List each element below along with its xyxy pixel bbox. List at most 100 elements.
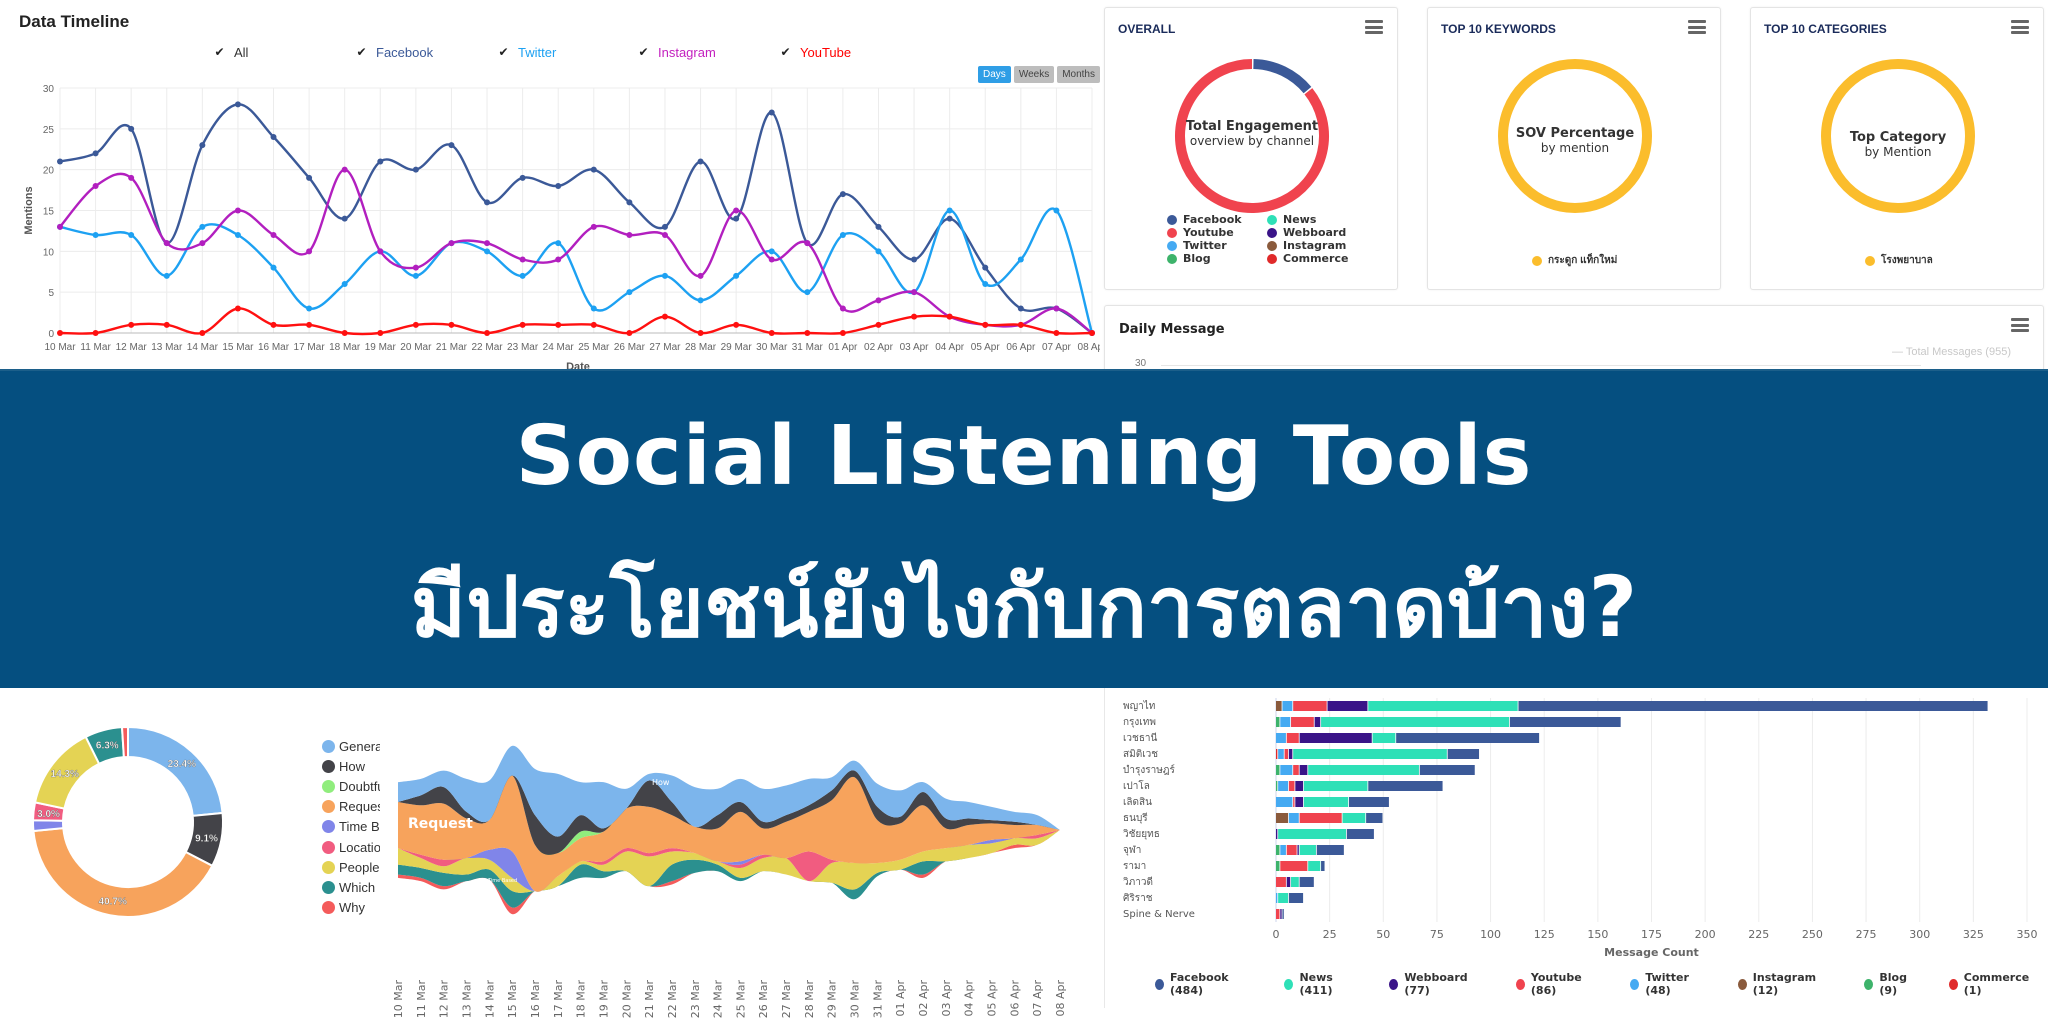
legend-item-news[interactable]: News: [1267, 213, 1367, 226]
legend-dot-icon: [1865, 255, 1875, 266]
x-tick-label: 08 Apr: [1078, 342, 1100, 353]
legend-item-location[interactable]: Location: [322, 837, 380, 857]
data-point: [57, 158, 63, 165]
x-tick-label: 225: [1748, 928, 1769, 941]
x-tick-label: 26 Mar: [757, 980, 770, 1019]
data-point: [234, 232, 241, 238]
data-point: [199, 240, 206, 247]
legend-item-twitter[interactable]: Twitter: [1167, 239, 1267, 252]
data-point: [733, 272, 740, 279]
legend-dot-icon: [1948, 978, 1958, 990]
x-tick-label: 26 Mar: [614, 342, 646, 353]
toggle-label: Instagram: [658, 45, 716, 60]
bar-segment-webboard: [1295, 797, 1304, 807]
bar-segment-news: [1342, 813, 1366, 823]
x-tick-label: 19 Mar: [365, 342, 397, 353]
toggle-youtube[interactable]: ✔ YouTube: [779, 45, 851, 60]
data-point: [1017, 256, 1024, 263]
legend-item[interactable]: Webboard (77): [1389, 971, 1494, 997]
legend-item-instagram[interactable]: Instagram: [1267, 239, 1367, 252]
data-point: [555, 240, 562, 247]
bar-segment-blog: [1276, 861, 1280, 871]
menu-icon[interactable]: [1365, 20, 1383, 34]
x-tick-label: 75: [1430, 928, 1444, 941]
bar-segment-youtube: [1276, 877, 1286, 887]
x-tick-label: 05 Apr: [986, 980, 999, 1017]
category-label: จุฬา: [1123, 844, 1141, 856]
menu-icon[interactable]: [2011, 20, 2029, 34]
legend-dot-icon: [1267, 240, 1277, 251]
legend-item-facebook[interactable]: Facebook: [1167, 213, 1267, 226]
bar-segment-youtube: [1293, 701, 1327, 711]
legend-item[interactable]: Facebook (484): [1155, 971, 1262, 997]
bar-segment-webboard: [1276, 829, 1278, 839]
data-point: [839, 191, 846, 198]
data-point: [1017, 321, 1024, 328]
overall-card: OVERALL Total Engagement overview by cha…: [1104, 7, 1398, 290]
legend-item[interactable]: Twitter (48): [1630, 971, 1715, 997]
legend-item-why[interactable]: Why: [322, 898, 380, 918]
checkbox-icon[interactable]: ✔: [213, 46, 226, 59]
toggle-facebook[interactable]: ✔ Facebook: [355, 45, 433, 60]
bar-segment-news: [1299, 845, 1316, 855]
x-tick-label: 21 Mar: [643, 980, 656, 1019]
legend-item[interactable]: Youtube (86): [1515, 971, 1608, 997]
x-tick-label: 14 Mar: [483, 980, 496, 1019]
legend-item-people-based[interactable]: People Based: [322, 857, 380, 877]
legend-item-webboard[interactable]: Webboard: [1267, 226, 1367, 239]
checkbox-icon[interactable]: ✔: [355, 46, 368, 59]
legend-item[interactable]: Instagram (12): [1737, 971, 1843, 997]
data-timeline-panel: Data Timeline ✔ All ✔ Facebook ✔ Twitter…: [0, 0, 1100, 370]
data-point: [946, 207, 953, 214]
checkbox-icon[interactable]: ✔: [637, 46, 650, 59]
data-point: [128, 232, 135, 238]
checkbox-icon[interactable]: ✔: [497, 46, 510, 59]
legend-label: Commerce: [1283, 252, 1349, 265]
data-point: [768, 248, 775, 255]
toggle-all[interactable]: ✔ All: [213, 45, 248, 60]
legend-item-time-based[interactable]: Time Based: [322, 817, 380, 837]
legend-item-which[interactable]: Which: [322, 877, 380, 897]
data-point: [733, 207, 740, 214]
slice-value-label: 14.3%: [51, 769, 79, 780]
x-tick-label: 16 Mar: [258, 342, 290, 353]
x-tick-label: 22 Mar: [666, 980, 679, 1019]
bar-segment-news: [1308, 861, 1321, 871]
toggle-twitter[interactable]: ✔ Twitter: [497, 45, 556, 60]
menu-icon[interactable]: [1688, 20, 1706, 34]
total-messages-legend[interactable]: — Total Messages (955): [1892, 346, 2011, 358]
center-subtitle: by Mention: [1864, 145, 1932, 159]
data-point: [590, 305, 597, 312]
bar-segment-news: [1278, 893, 1289, 903]
legend-item[interactable]: Commerce (1): [1948, 971, 2048, 997]
categories-legend-item[interactable]: โรงพยาบาล: [1865, 253, 1933, 268]
legend-item-blog[interactable]: Blog: [1167, 252, 1267, 265]
legend-label: Blog: [1183, 252, 1211, 265]
bar-segment-news: [1278, 829, 1347, 839]
data-point: [234, 101, 241, 108]
menu-icon[interactable]: [2011, 318, 2029, 332]
x-tick-label: 04 Apr: [963, 980, 976, 1017]
x-tick-label: 15 Mar: [222, 342, 254, 353]
checkbox-icon[interactable]: ✔: [779, 46, 792, 59]
legend-item-commerce[interactable]: Commerce: [1267, 252, 1367, 265]
legend-label: Why: [339, 900, 365, 916]
bar-segment-facebook: [1368, 781, 1443, 791]
legend-item-how[interactable]: How: [322, 756, 380, 776]
legend-item-youtube[interactable]: Youtube: [1167, 226, 1267, 239]
legend-item-request[interactable]: Request: [322, 797, 380, 817]
legend-item-doubtful[interactable]: Doubtful: [322, 776, 380, 796]
data-point: [199, 330, 206, 336]
x-tick-label: 10 Mar: [392, 980, 405, 1019]
legend-item-general[interactable]: General: [322, 736, 380, 756]
legend-item[interactable]: Blog (9): [1864, 971, 1926, 997]
bar-segment-facebook: [1288, 893, 1304, 903]
toggle-instagram[interactable]: ✔ Instagram: [637, 45, 716, 60]
stream-annotation: How: [652, 778, 670, 787]
x-tick-label: 10 Mar: [44, 342, 76, 353]
legend-dot-icon: [322, 739, 335, 753]
category-label: เลิดสิน: [1123, 797, 1152, 808]
keywords-legend-item[interactable]: กระดูก แท็กใหม่: [1532, 253, 1617, 268]
legend-label: Webboard (77): [1404, 971, 1468, 997]
legend-item[interactable]: News (411): [1284, 971, 1367, 997]
